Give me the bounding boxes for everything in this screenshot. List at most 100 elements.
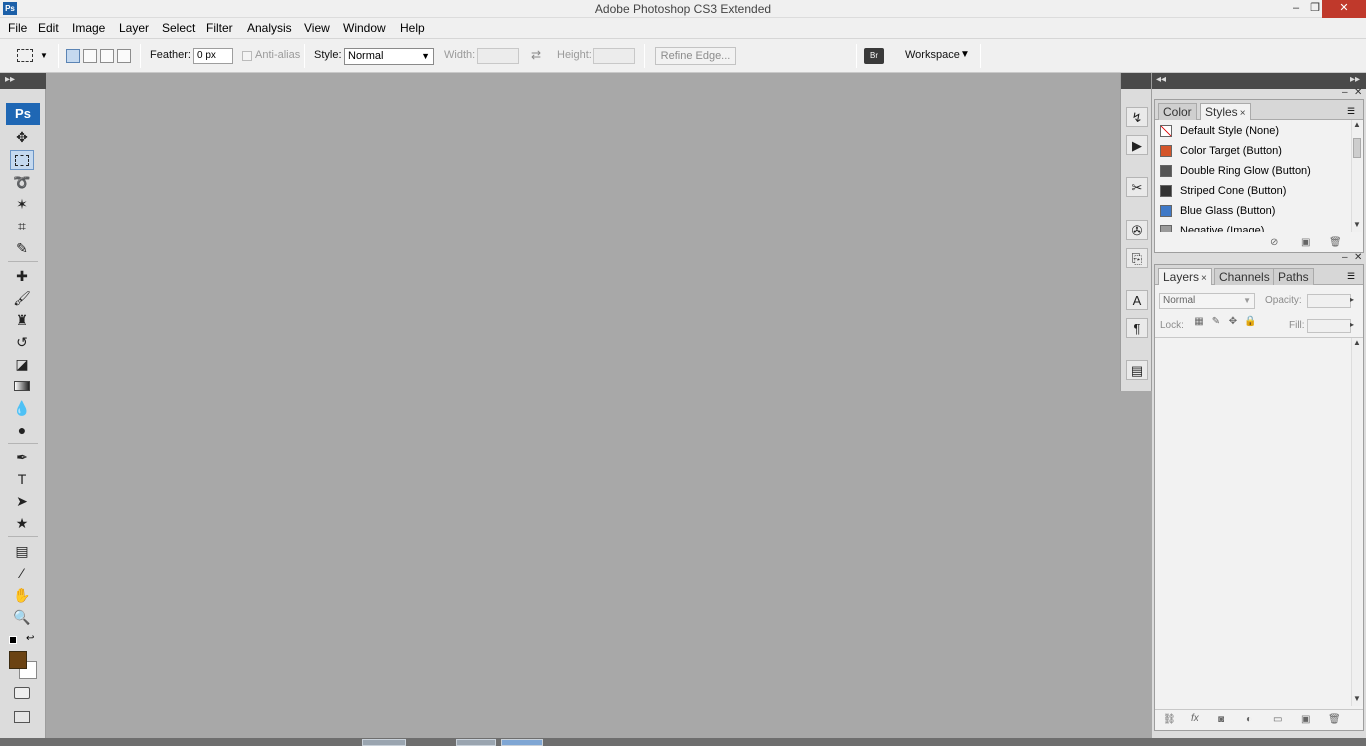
panel-column-header[interactable]: ◂◂ ▸▸ [1152, 73, 1366, 89]
screen-mode-icon[interactable] [14, 711, 30, 723]
scroll-up-icon[interactable]: ▲ [1352, 338, 1362, 347]
layers-scrollbar[interactable]: ▲ ▼ [1351, 338, 1362, 706]
hand-tool-icon[interactable]: ✋ [10, 585, 34, 605]
expand-icon[interactable]: ▸▸ [1350, 74, 1360, 85]
refine-edge-button[interactable]: Refine Edge... [655, 47, 736, 65]
style-item[interactable]: Default Style (None) [1157, 121, 1347, 141]
tab-channels[interactable]: Channels [1214, 268, 1275, 285]
style-item[interactable]: Color Target (Button) [1157, 141, 1347, 161]
scroll-down-icon[interactable]: ▼ [1352, 694, 1362, 703]
history-icon[interactable]: ↯ [1126, 107, 1148, 127]
lock-transparent-icon[interactable]: ▦ [1193, 316, 1205, 328]
delete-style-icon[interactable]: 🗑 [1329, 237, 1342, 248]
magic-wand-tool-icon[interactable]: ✶ [10, 194, 34, 214]
lock-position-icon[interactable]: ✥ [1227, 316, 1239, 328]
close-button[interactable]: ✕ [1322, 0, 1366, 18]
notes-tool-icon[interactable]: ▤ [10, 541, 34, 561]
lock-all-icon[interactable]: 🔒 [1244, 316, 1256, 328]
clear-style-icon[interactable]: ⊘ [1270, 237, 1278, 248]
healing-brush-tool-icon[interactable]: ✚ [10, 266, 34, 286]
close-tab-icon[interactable]: × [1201, 273, 1207, 284]
swap-colors-icon[interactable]: ↩ [26, 633, 34, 644]
tab-styles[interactable]: Styles × [1200, 103, 1251, 120]
menu-select[interactable]: Select [162, 21, 195, 35]
scroll-down-icon[interactable]: ▼ [1352, 220, 1362, 229]
scroll-up-icon[interactable]: ▲ [1352, 120, 1362, 129]
crop-tool-icon[interactable]: ⌗ [10, 216, 34, 236]
new-layer-icon[interactable]: ▣ [1301, 714, 1310, 725]
chevron-down-icon[interactable]: ▼ [40, 51, 48, 60]
blur-tool-icon[interactable]: 💧 [10, 398, 34, 418]
style-item[interactable]: Striped Cone (Button) [1157, 181, 1347, 201]
dock-header[interactable] [1121, 73, 1151, 89]
actions-icon[interactable]: ▶ [1126, 135, 1148, 155]
panel-menu-icon[interactable]: ☰ [1347, 271, 1355, 282]
lock-image-icon[interactable]: ✎ [1210, 316, 1222, 328]
fx-icon[interactable]: fx [1191, 713, 1199, 724]
style-item[interactable]: Double Ring Glow (Button) [1157, 161, 1347, 181]
height-input[interactable] [593, 48, 635, 64]
character-icon[interactable]: A [1126, 290, 1148, 310]
quick-mask-icon[interactable] [14, 687, 30, 699]
new-group-icon[interactable]: ▭ [1273, 714, 1282, 725]
custom-shape-tool-icon[interactable]: ★ [10, 513, 34, 533]
taskbar-item[interactable] [456, 739, 496, 746]
eraser-tool-icon[interactable]: ◪ [10, 354, 34, 374]
style-item[interactable]: Blue Glass (Button) [1157, 201, 1347, 221]
feather-input[interactable]: 0 px [193, 48, 233, 64]
blend-mode-select[interactable]: Normal ▼ [1159, 293, 1255, 309]
dodge-tool-icon[interactable]: ● [10, 420, 34, 440]
rectangular-marquee-tool-icon[interactable] [10, 150, 34, 170]
opacity-arrow-icon[interactable]: ▸ [1350, 295, 1354, 304]
menu-view[interactable]: View [304, 21, 330, 35]
collapse-icon[interactable]: ◂◂ [1156, 74, 1166, 85]
gradient-tool-icon[interactable] [10, 376, 34, 396]
menu-image[interactable]: Image [72, 21, 105, 35]
new-style-icon[interactable]: ▣ [1301, 237, 1310, 248]
scroll-thumb[interactable] [1353, 138, 1361, 158]
tool-presets-icon[interactable]: ✂ [1126, 177, 1148, 197]
close-panel-icon[interactable]: ✕ [1354, 252, 1362, 263]
layer-mask-icon[interactable]: ◙ [1218, 714, 1224, 725]
menu-filter[interactable]: Filter [206, 21, 233, 35]
link-layers-icon[interactable]: ⛓ [1163, 714, 1176, 725]
expand-icon[interactable]: ▸▸ [5, 74, 15, 85]
slice-tool-icon[interactable]: ✎ [10, 238, 34, 258]
menu-edit[interactable]: Edit [38, 21, 59, 35]
tab-paths[interactable]: Paths [1273, 268, 1314, 285]
intersect-selection-button[interactable] [117, 49, 131, 63]
width-input[interactable] [477, 48, 519, 64]
menu-layer[interactable]: Layer [119, 21, 149, 35]
menu-analysis[interactable]: Analysis [247, 21, 292, 35]
style-item[interactable]: Negative (Image) [1157, 221, 1347, 232]
opacity-field[interactable] [1307, 294, 1351, 308]
brush-tool-icon[interactable]: 🖌 [10, 288, 34, 308]
panel-menu-icon[interactable]: ☰ [1347, 106, 1355, 117]
workspace-label[interactable]: Workspace [905, 49, 960, 61]
brushes-icon[interactable]: ✇ [1126, 220, 1148, 240]
history-brush-tool-icon[interactable]: ↺ [10, 332, 34, 352]
lasso-tool-icon[interactable]: ➰ [10, 172, 34, 192]
antialias-checkbox[interactable] [242, 51, 252, 61]
layer-comps-icon[interactable]: ▤ [1126, 360, 1148, 380]
default-colors-icon[interactable] [9, 636, 17, 644]
adjustment-layer-icon[interactable]: ◐ [1246, 714, 1252, 725]
pen-tool-icon[interactable]: ✒ [10, 447, 34, 467]
fill-arrow-icon[interactable]: ▸ [1350, 320, 1354, 329]
minimize-panel-icon[interactable]: – [1342, 87, 1348, 98]
zoom-tool-icon[interactable]: 🔍 [10, 607, 34, 627]
workspace-canvas[interactable] [46, 73, 1120, 738]
clone-source-icon[interactable]: ⎘ [1126, 248, 1148, 268]
chevron-down-icon[interactable]: ▼ [960, 49, 970, 60]
subtract-from-selection-button[interactable] [100, 49, 114, 63]
add-to-selection-button[interactable] [83, 49, 97, 63]
swap-dimensions-icon[interactable]: ⇄ [531, 48, 541, 62]
delete-layer-icon[interactable]: 🗑 [1328, 714, 1341, 725]
fill-field[interactable] [1307, 319, 1351, 333]
close-tab-icon[interactable]: × [1240, 108, 1246, 119]
minimize-panel-icon[interactable]: – [1342, 252, 1348, 263]
type-tool-icon[interactable]: T [10, 469, 34, 489]
taskbar-item-active[interactable] [501, 739, 543, 746]
new-selection-button[interactable] [66, 49, 80, 63]
menu-file[interactable]: File [8, 21, 27, 35]
